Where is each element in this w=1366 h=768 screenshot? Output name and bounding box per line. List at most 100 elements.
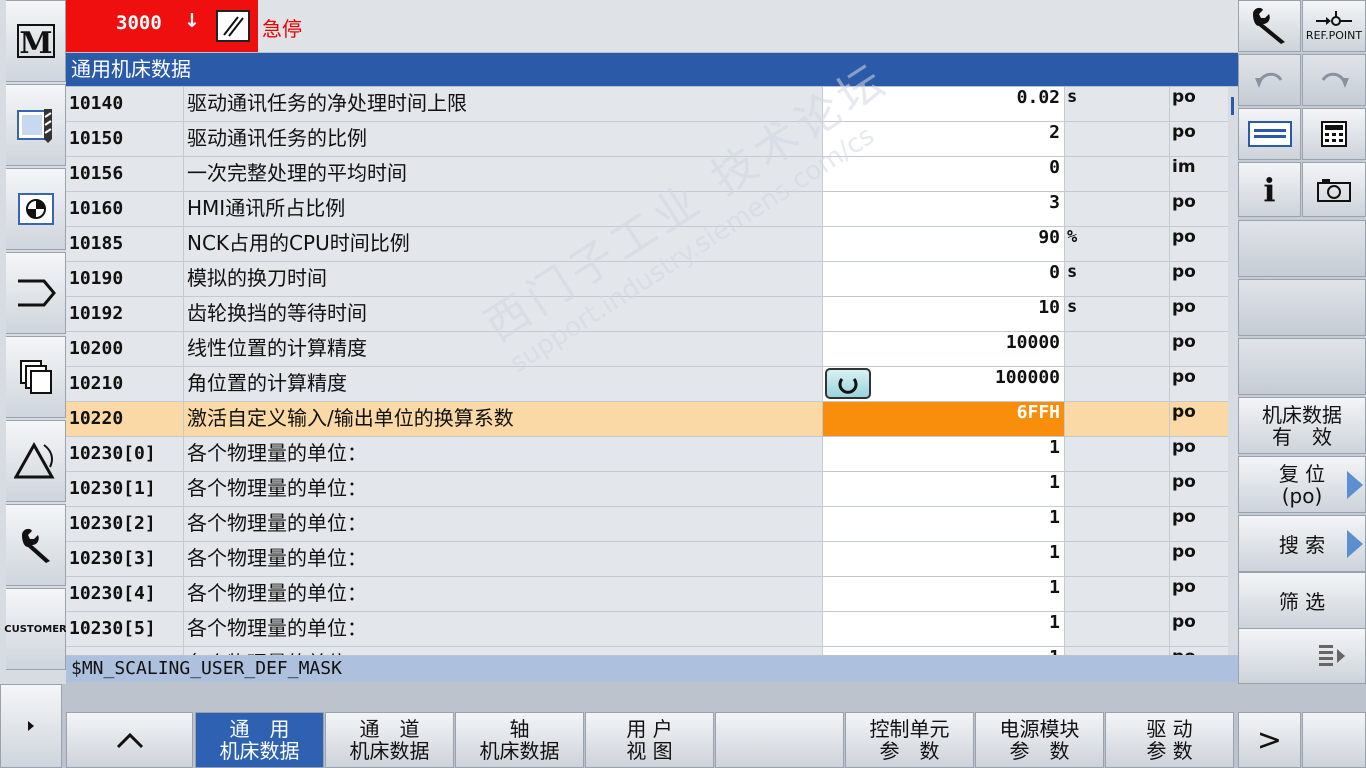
param-value[interactable]: 1 bbox=[823, 647, 1065, 655]
acknowledge-icon[interactable] bbox=[216, 10, 250, 42]
screenshot-button[interactable] bbox=[1302, 162, 1366, 217]
setup-button[interactable] bbox=[6, 504, 66, 586]
param-value[interactable]: 10000 bbox=[823, 332, 1065, 366]
scroll-thumb[interactable] bbox=[1231, 97, 1234, 115]
param-value[interactable]: 1 bbox=[823, 577, 1065, 611]
param-activation: po bbox=[1170, 332, 1228, 366]
param-number: 10156 bbox=[66, 157, 184, 191]
machine-data-table[interactable]: 10140 驱动通讯任务的净处理时间上限 0.02 s po 10150 驱动通讯任务的比例… bbox=[66, 87, 1228, 655]
table-row[interactable]: 10230[4] 各个物理量的单位： 1 po bbox=[66, 577, 1228, 612]
param-number: 10230[3] bbox=[66, 542, 184, 576]
param-activation: po bbox=[1170, 472, 1228, 506]
param-value[interactable]: 10 bbox=[823, 297, 1065, 331]
table-row[interactable]: 10230[3] 各个物理量的单位： 1 po bbox=[66, 542, 1228, 577]
diagnostics-button[interactable] bbox=[6, 420, 66, 502]
softkey-label-line-2: 参 数 bbox=[1009, 739, 1070, 763]
table-row[interactable]: 10220 激活自定义输入/输出单位的换算系数 6FFH po bbox=[66, 402, 1228, 437]
filter-label: 筛 选 bbox=[1278, 590, 1326, 614]
param-value[interactable]: 0 bbox=[823, 262, 1065, 296]
table-row[interactable]: 10230[2] 各个物理量的单位： 1 po bbox=[66, 507, 1228, 542]
softkey-general-machine-data[interactable]: 通 用机床数据 bbox=[195, 712, 324, 768]
param-value[interactable]: 0.02 bbox=[823, 87, 1065, 121]
param-value[interactable]: 1 bbox=[823, 612, 1065, 646]
softkey-axis-machine-data[interactable]: 轴机床数据 bbox=[455, 712, 584, 768]
softkey-power-module-params[interactable]: 电源模块参 数 bbox=[975, 712, 1104, 768]
parameter-area-button[interactable] bbox=[6, 168, 66, 250]
param-unit bbox=[1065, 367, 1170, 401]
alarm-indicator[interactable]: 3000 ↓ bbox=[66, 0, 258, 52]
softkey-control-unit-params[interactable]: 控制单元参 数 bbox=[845, 712, 974, 768]
table-row[interactable]: 10190 模拟的换刀时间 0 s po bbox=[66, 262, 1228, 297]
machine-area-button[interactable]: M bbox=[6, 0, 66, 82]
softkey-drive-params[interactable]: 驱 动参 数 bbox=[1105, 712, 1234, 768]
right-softkey-empty-3[interactable] bbox=[1238, 338, 1366, 395]
param-value[interactable]: 0 bbox=[823, 157, 1065, 191]
param-activation: po bbox=[1170, 192, 1228, 226]
activate-machine-data-button[interactable]: 机床数据 有 效 bbox=[1238, 397, 1366, 454]
table-row[interactable]: 10192 齿轮换挡的等待时间 10 s po bbox=[66, 297, 1228, 332]
param-value[interactable]: 1 bbox=[823, 542, 1065, 576]
param-number: 10190 bbox=[66, 262, 184, 296]
right-more-button[interactable] bbox=[1238, 628, 1366, 684]
filter-button[interactable]: 筛 选 bbox=[1238, 572, 1366, 629]
param-description: 齿轮换挡的等待时间 bbox=[184, 297, 823, 331]
undo-button[interactable] bbox=[1238, 54, 1301, 106]
table-row[interactable]: 10200 线性位置的计算精度 10000 po bbox=[66, 332, 1228, 367]
calculator-button[interactable] bbox=[1302, 108, 1366, 160]
table-row[interactable]: 10140 驱动通讯任务的净处理时间上限 0.02 s po bbox=[66, 87, 1228, 122]
program-area-button[interactable] bbox=[6, 84, 66, 166]
page-up-button[interactable] bbox=[66, 712, 193, 768]
table-scrollbar[interactable] bbox=[1228, 87, 1238, 655]
table-row[interactable]: 10230[5] 各个物理量的单位： 1 po bbox=[66, 612, 1228, 647]
reset-po-button[interactable]: 复 位 (po) bbox=[1238, 456, 1366, 513]
table-row[interactable]: 10210 角位置的计算精度 100000 po bbox=[66, 367, 1228, 402]
table-row[interactable]: 10185 NCK占用的CPU时间比例 90% po bbox=[66, 227, 1228, 262]
softkey-empty[interactable] bbox=[715, 712, 844, 768]
tool-list-button[interactable] bbox=[6, 336, 66, 418]
param-value[interactable]: 6FFH bbox=[823, 402, 1065, 436]
busy-refresh-icon bbox=[825, 368, 871, 399]
param-description: 线性位置的计算精度 bbox=[184, 332, 823, 366]
param-value[interactable]: 1 bbox=[823, 472, 1065, 506]
right-softkey-empty-2[interactable] bbox=[1238, 279, 1366, 336]
bottom-more-button[interactable]: > bbox=[1238, 712, 1301, 768]
redo-button[interactable] bbox=[1302, 54, 1366, 106]
param-value[interactable]: 3 bbox=[823, 192, 1065, 226]
table-row[interactable]: 10230[6]各个物理量的单位：1 po bbox=[66, 647, 1228, 655]
alarm-number: 3000 bbox=[116, 12, 162, 34]
param-activation: po bbox=[1170, 367, 1228, 401]
param-number: 10230[4] bbox=[66, 577, 184, 611]
softkey-channel-machine-data[interactable]: 通 道机床数据 bbox=[325, 712, 454, 768]
right-softkey-empty-1[interactable] bbox=[1238, 220, 1366, 277]
recall-button[interactable] bbox=[0, 684, 62, 768]
param-unit bbox=[1065, 542, 1170, 576]
small-right-arrow-icon bbox=[28, 721, 34, 731]
table-row[interactable]: 10230[1] 各个物理量的单位： 1 po bbox=[66, 472, 1228, 507]
param-value[interactable]: 90 bbox=[823, 227, 1065, 261]
param-activation: po bbox=[1170, 647, 1228, 655]
program-manager-button[interactable] bbox=[6, 252, 66, 334]
bottom-softkey-empty-right[interactable] bbox=[1302, 712, 1366, 768]
param-activation: po bbox=[1170, 437, 1228, 471]
info-icon: i bbox=[1263, 170, 1276, 209]
param-value[interactable]: 2 bbox=[823, 122, 1065, 156]
softkey-label-line-2: 机床数据 bbox=[479, 739, 560, 763]
setup-wrench-button[interactable] bbox=[1238, 0, 1301, 52]
keyboard-button[interactable] bbox=[1238, 108, 1301, 160]
param-number: 10150 bbox=[66, 122, 184, 156]
ref-point-button[interactable]: REF.POINT bbox=[1302, 0, 1366, 52]
info-button[interactable]: i bbox=[1238, 162, 1301, 217]
softkey-user-view[interactable]: 用 户视 图 bbox=[585, 712, 714, 768]
table-row[interactable]: 10156 一次完整处理的平均时间 0 im bbox=[66, 157, 1228, 192]
table-row[interactable]: 10150 驱动通讯任务的比例 2 po bbox=[66, 122, 1228, 157]
window-title: 通用机床数据 bbox=[66, 53, 1238, 86]
softkey-label-line-1: 通 道 bbox=[359, 717, 420, 741]
table-row[interactable]: 10230[0] 各个物理量的单位： 1 po bbox=[66, 437, 1228, 472]
param-value[interactable]: 1 bbox=[823, 437, 1065, 471]
customer-button[interactable]: CUSTOMER bbox=[4, 588, 67, 670]
param-unit bbox=[1065, 402, 1170, 436]
search-button[interactable]: 搜 索 bbox=[1238, 515, 1366, 572]
param-activation: po bbox=[1170, 577, 1228, 611]
param-value[interactable]: 1 bbox=[823, 507, 1065, 541]
table-row[interactable]: 10160 HMI通讯所占比例 3 po bbox=[66, 192, 1228, 227]
